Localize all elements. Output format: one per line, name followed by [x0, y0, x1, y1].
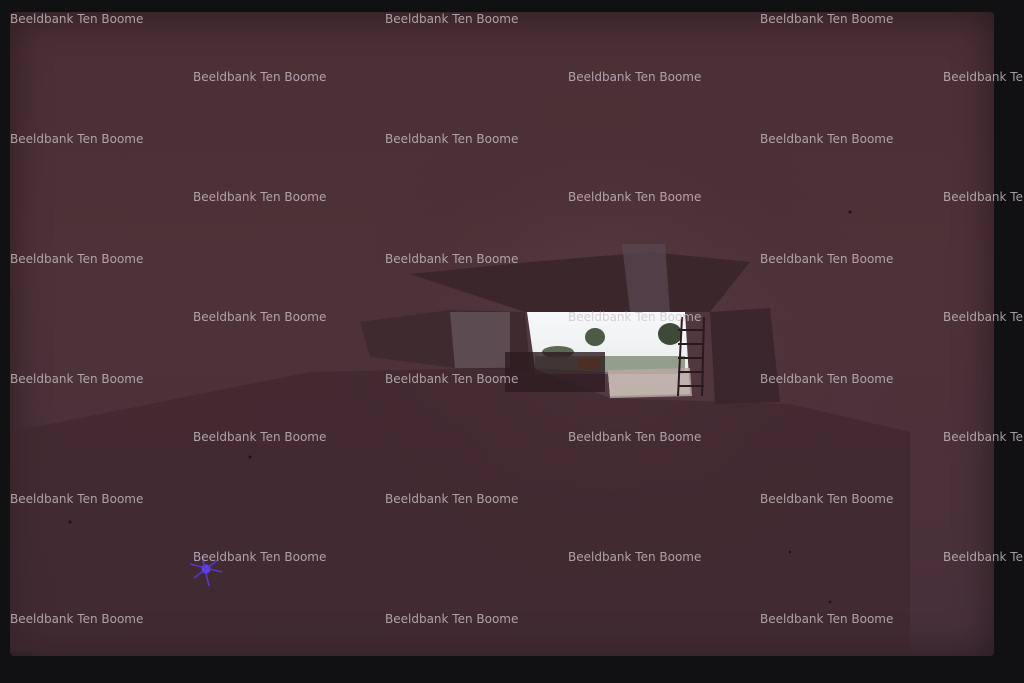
ceiling-beam — [622, 244, 670, 312]
dust-speck — [248, 455, 252, 459]
dust-speck — [828, 600, 832, 604]
photo-frame — [10, 12, 994, 656]
right-tunnel-wall — [710, 308, 780, 404]
dust-speck — [788, 550, 792, 554]
tunnel-floor — [10, 367, 910, 652]
left-wall-highlight — [450, 312, 510, 368]
dust-speck — [848, 210, 852, 214]
image-stage: Beeldbank Ten Boome Beeldbank Ten Boome Be… — [0, 0, 1024, 683]
foreground-debris — [505, 352, 605, 392]
tree — [658, 323, 682, 345]
tunnel-photo — [10, 12, 994, 656]
dust-speck — [68, 520, 72, 524]
tree — [585, 328, 605, 346]
